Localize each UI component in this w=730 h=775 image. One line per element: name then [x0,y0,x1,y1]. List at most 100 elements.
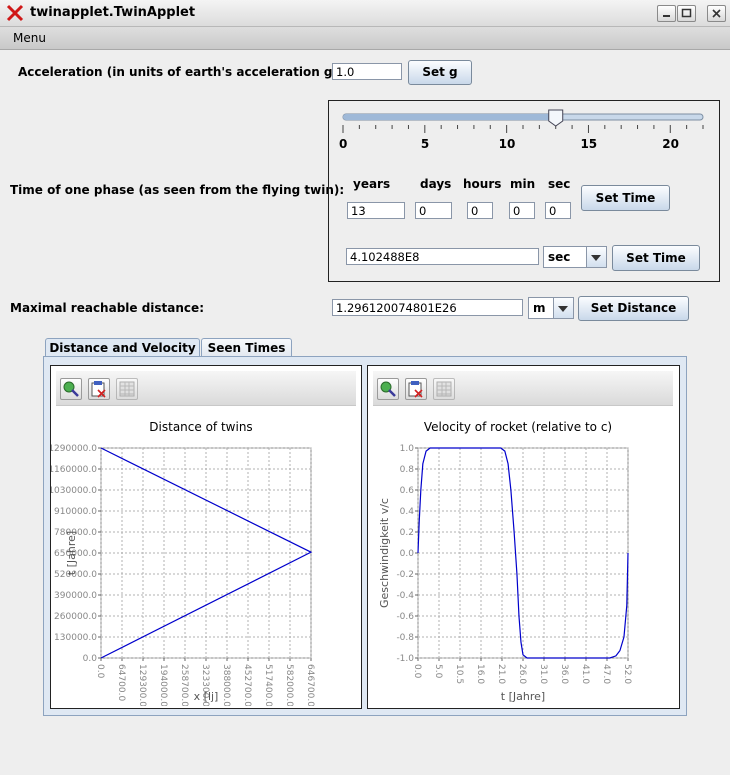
distance-unit-value: m [533,301,546,315]
y-axis-label: t [Jahre] [65,531,78,575]
hours-label: hours [463,177,502,191]
y-tick-label: -1.0 [396,654,414,664]
seconds-input[interactable]: 4.102488E8 [346,248,539,265]
y-tick-label: -0.8 [396,633,414,643]
y-tick-label: 260000.0 [54,612,97,622]
zoom-icon [63,381,79,397]
y-tick-label: -0.6 [396,612,414,622]
table-icon [119,381,135,397]
tab-distance-velocity[interactable]: Distance and Velocity [45,338,200,358]
x-tick-label: 52.0 [622,664,632,684]
acceleration-label: Acceleration (in units of earth's accele… [18,65,343,79]
tab-seen-times[interactable]: Seen Times [201,338,292,357]
table-icon [436,381,452,397]
export-button[interactable] [405,378,427,400]
y-tick-label: -0.2 [396,570,414,580]
chart-toolbar [373,371,673,406]
x-tick-label: 517400.0 [263,664,273,706]
phase-label: Time of one phase (as seen from the flyi… [10,183,345,197]
distance-unit-select[interactable]: m [528,297,574,319]
maximize-icon [681,8,692,18]
menu-item[interactable]: Menu [13,31,46,45]
y-tick-label: 390000.0 [54,591,97,601]
min-input[interactable]: 0 [509,202,535,219]
chevron-down-icon[interactable] [553,298,573,318]
x-tick-label: 47.0 [601,664,611,684]
x-tick-label: 452700.0 [242,664,252,706]
window-title-bar: twinapplet.TwinApplet [0,0,730,27]
zoom-button[interactable] [60,378,82,400]
set-time-button[interactable]: Set Time [581,185,670,211]
y-axis-label: Geschwindigkeit v/c [378,498,391,608]
y-tick-label: 1160000.0 [51,465,97,475]
sec-label: sec [548,177,571,191]
x-tick-label: 0.0 [95,664,105,679]
export-button[interactable] [88,378,110,400]
set-time-button-2[interactable]: Set Time [612,245,700,271]
min-label: min [510,177,536,191]
slider-thumb [548,109,564,127]
slider-tick-label: 15 [580,137,598,151]
years-input[interactable]: 13 [347,202,405,219]
x-tick-label: 129300.0 [137,664,147,706]
zoom-icon [380,381,396,397]
x-tick-label: 582000.0 [284,664,294,706]
x-tick-label: 36.0 [559,664,569,684]
distance-label: Maximal reachable distance: [10,301,204,315]
y-tick-label: 0.0 [83,654,98,664]
chart-title: Velocity of rocket (relative to c) [424,420,612,434]
x-axis-label: t [Jahre] [501,690,545,703]
x-tick-label: 21.0 [496,664,506,684]
x-tick-label: 31.0 [538,664,548,684]
menu-bar: Menu [0,27,730,50]
minimize-button[interactable] [657,5,676,22]
x-axis-label: x [lj] [194,690,219,703]
app-x-icon [6,4,24,22]
x-tick-label: 388000.0 [221,664,231,706]
years-label: years [353,177,391,191]
table-button[interactable] [433,378,455,400]
x-tick-label: 0.0 [412,664,422,679]
chevron-down-icon[interactable] [586,247,606,267]
slider-tick-label: 10 [498,137,516,151]
y-tick-label: 1.0 [400,444,415,454]
slider-tick-label: 5 [420,137,430,151]
x-tick-label: 194000.0 [158,664,168,706]
time-unit-select[interactable]: sec [543,246,607,268]
x-tick-label: 64700.0 [116,664,126,701]
maximize-button[interactable] [677,5,696,22]
zoom-button[interactable] [377,378,399,400]
minimize-icon [663,15,670,17]
close-icon [712,9,721,18]
chart-toolbar [56,371,356,406]
y-tick-label: 910000.0 [54,507,97,517]
set-g-button[interactable]: Set g [408,60,472,85]
distance-chart-panel: Distance of twins 0.0 64700.0 129300.0 19400… [50,365,362,709]
years-slider[interactable] [329,101,719,161]
slider-tick-label: 20 [662,137,679,151]
window-title: twinapplet.TwinApplet [30,5,196,20]
export-icon [408,381,423,398]
time-unit-value: sec [548,250,571,264]
set-distance-button[interactable]: Set Distance [578,296,689,321]
x-tick-label: 26.0 [517,664,527,684]
distance-chart: Distance of twins 0.0 64700.0 129300.0 19400… [51,420,315,706]
slider-labels: 0 5 10 15 20 [329,137,719,151]
distance-input[interactable]: 1.296120074801E26 [332,299,523,316]
y-tick-label: 0.6 [400,486,415,496]
hours-input[interactable]: 0 [467,202,493,219]
acceleration-input[interactable]: 1.0 [332,63,402,80]
sec-input[interactable]: 0 [545,202,571,219]
x-tick-label: 16.0 [475,664,485,684]
slider-fill [343,114,556,120]
tab-content-panel: Distance of twins 0.0 64700.0 129300.0 19400… [43,356,687,716]
export-icon [91,381,106,398]
x-tick-label: 41.0 [580,664,590,684]
velocity-chart: Velocity of rocket (relative to c) 0.0 5.0… [378,420,632,703]
slider-tick-label: 0 [339,137,348,151]
table-button[interactable] [116,378,138,400]
close-button[interactable] [707,5,726,22]
time-slider-panel: 0 5 10 15 20 years days hours min sec 13… [328,100,720,282]
days-input[interactable]: 0 [415,202,452,219]
x-tick-label: 646700.0 [305,664,315,706]
